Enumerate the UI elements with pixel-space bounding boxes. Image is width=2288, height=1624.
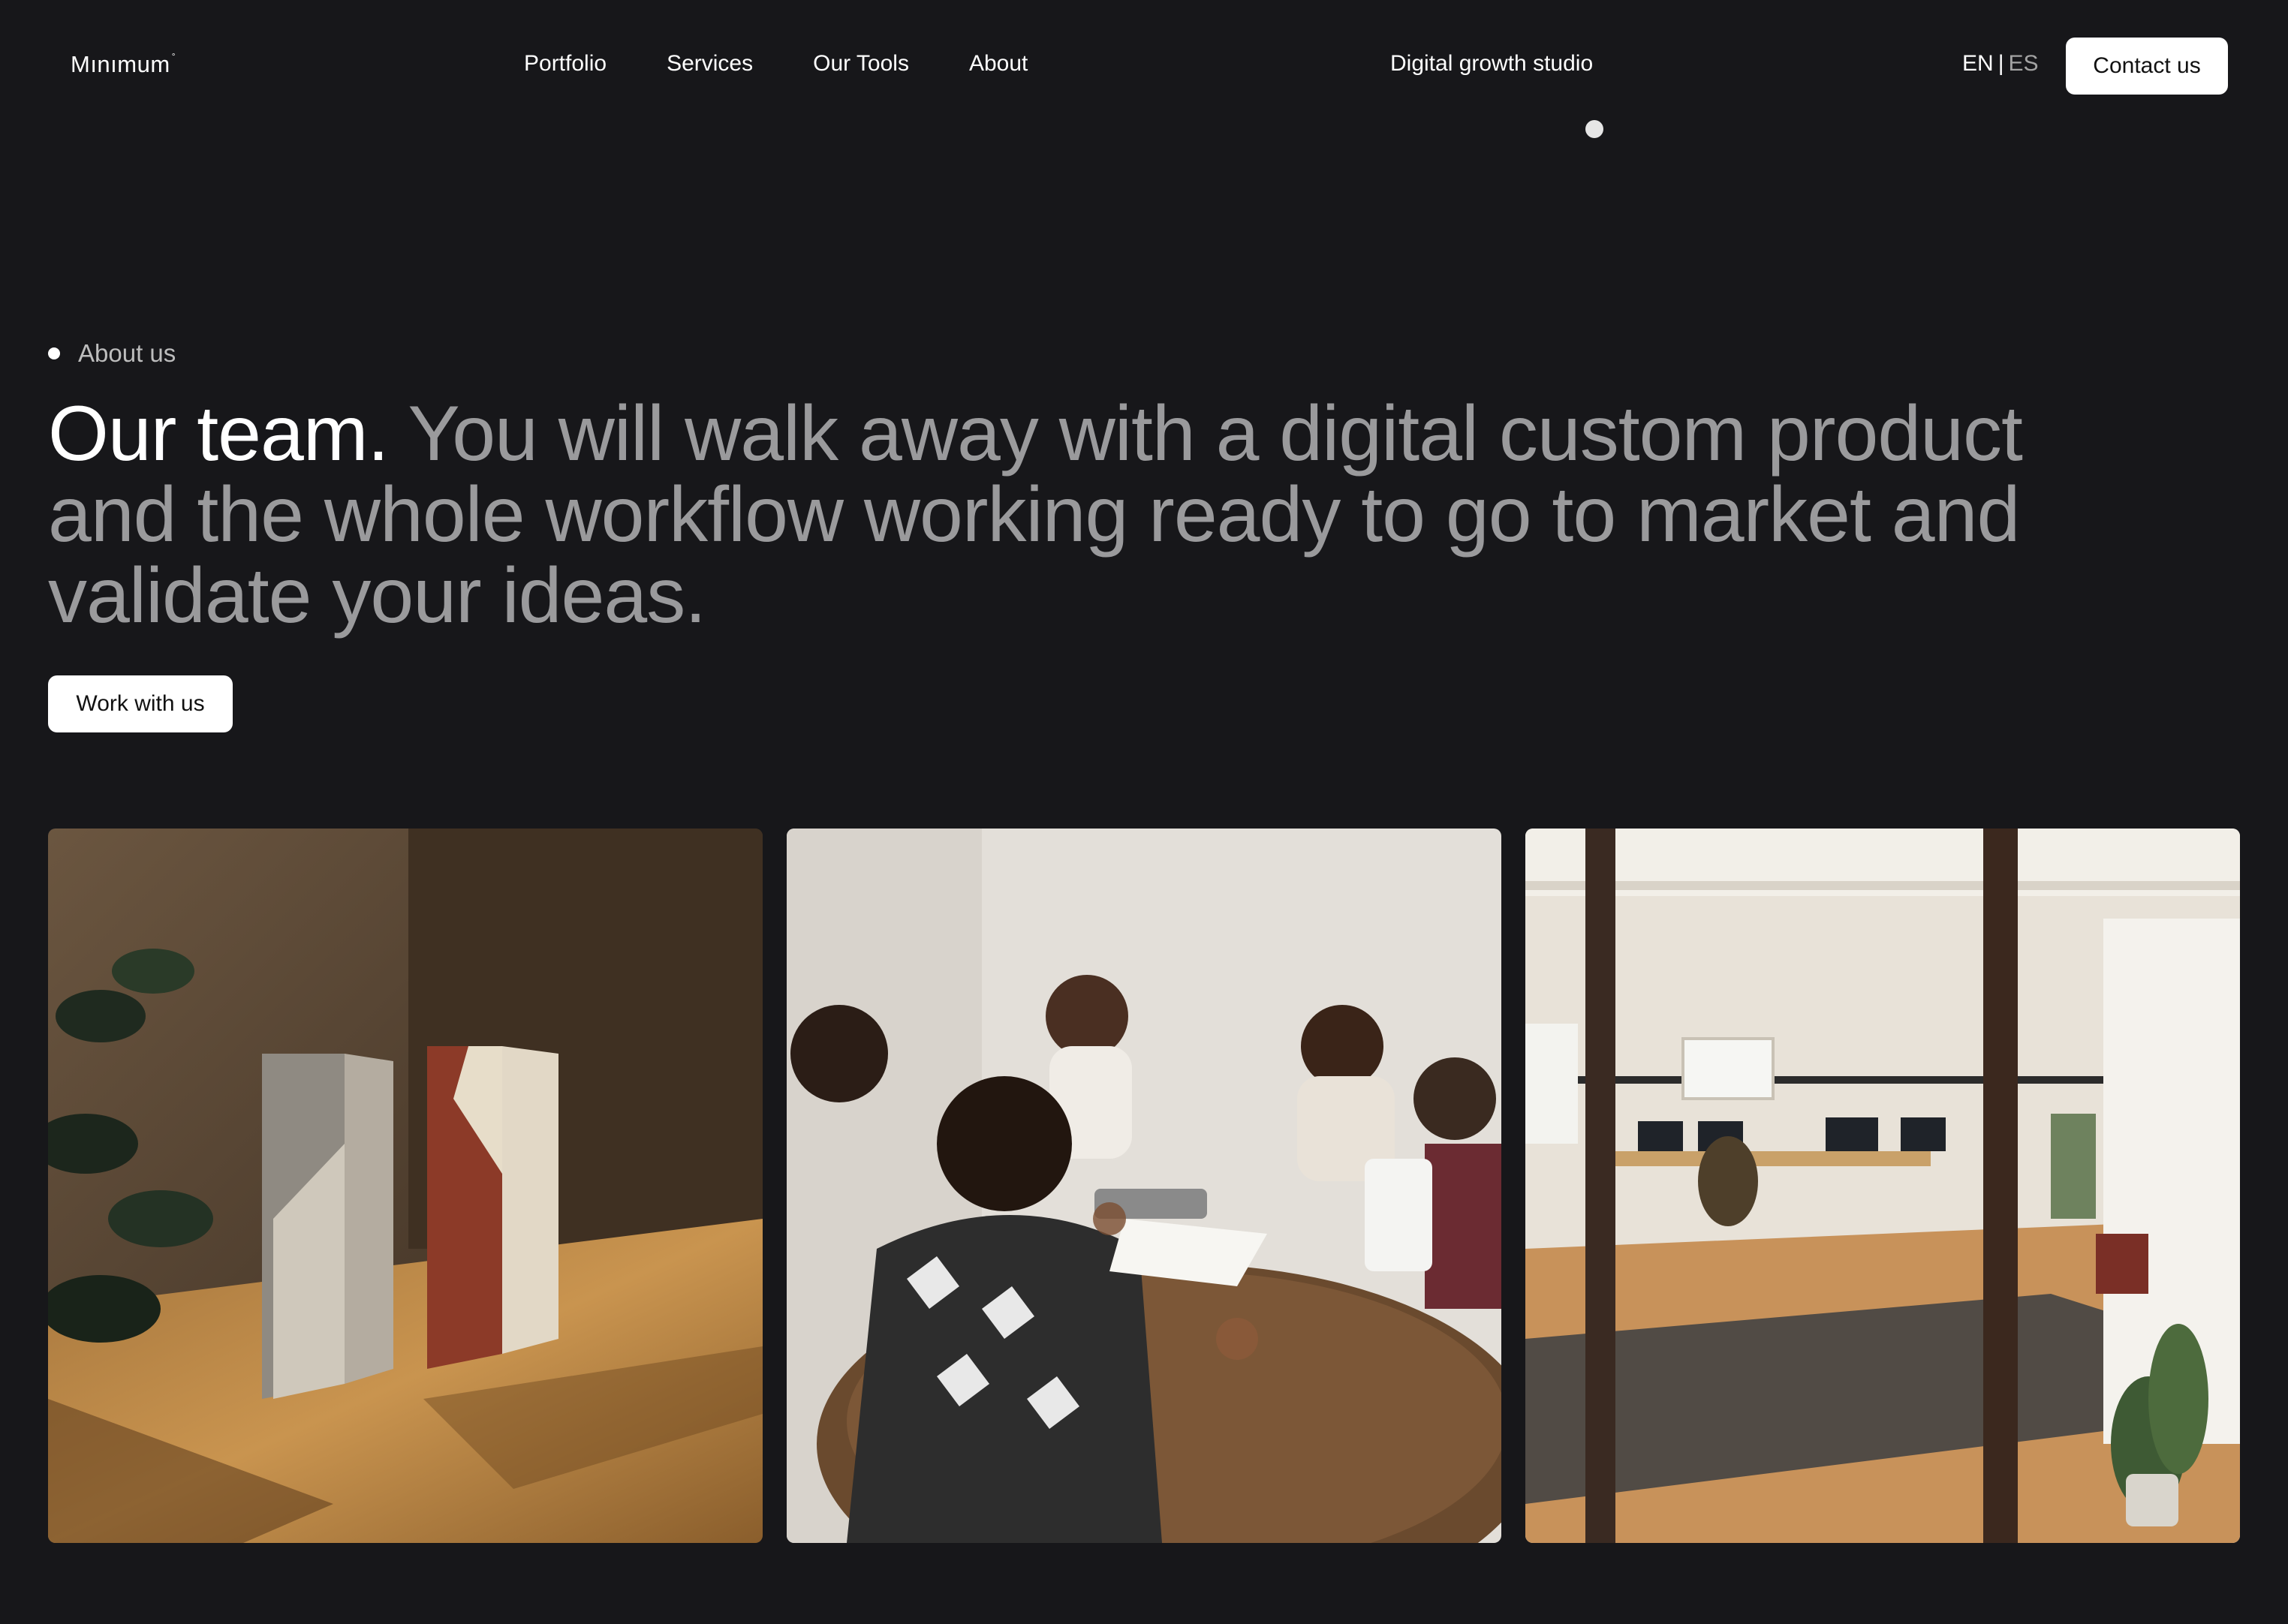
nav-link-portfolio[interactable]: Portfolio [524, 51, 607, 77]
nav-link-services[interactable]: Services [667, 51, 753, 77]
section-eyebrow: About us [48, 339, 176, 368]
photo-gallery [48, 829, 2240, 1543]
award-trophies-illustration [48, 829, 763, 1543]
headline-lead: Our team. [48, 390, 389, 477]
site-header: Mınımum ° Portfolio Services Our Tools Ab… [0, 0, 2288, 138]
nav-link-our-tools[interactable]: Our Tools [813, 51, 909, 77]
main-nav: Portfolio Services Our Tools About [524, 51, 1028, 77]
office-space-illustration [1525, 829, 2240, 1543]
lang-en-link[interactable]: EN [1962, 51, 1994, 76]
language-switcher: EN | ES [1962, 51, 2039, 77]
brand-logo[interactable]: Mınımum ° [71, 51, 176, 78]
cursor-dot [1585, 120, 1603, 138]
nav-link-about[interactable]: About [969, 51, 1028, 77]
hero-headline: Our team. You will walk away with a digi… [48, 393, 2075, 636]
team-meeting-illustration [787, 829, 1501, 1543]
team-meeting-photo [787, 829, 1501, 1543]
office-space-photo [1525, 829, 2240, 1543]
bullet-dot-icon [48, 347, 60, 359]
brand-logo-mark: ° [171, 51, 176, 62]
work-with-us-button[interactable]: Work with us [48, 675, 233, 732]
award-trophies-photo [48, 829, 763, 1543]
lang-es-link[interactable]: ES [2008, 51, 2038, 76]
brand-logo-text: Mınımum [71, 51, 170, 77]
lang-separator: | [1997, 51, 2004, 76]
eyebrow-label: About us [78, 339, 176, 367]
studio-tagline: Digital growth studio [1390, 51, 1594, 76]
contact-button[interactable]: Contact us [2066, 38, 2228, 95]
